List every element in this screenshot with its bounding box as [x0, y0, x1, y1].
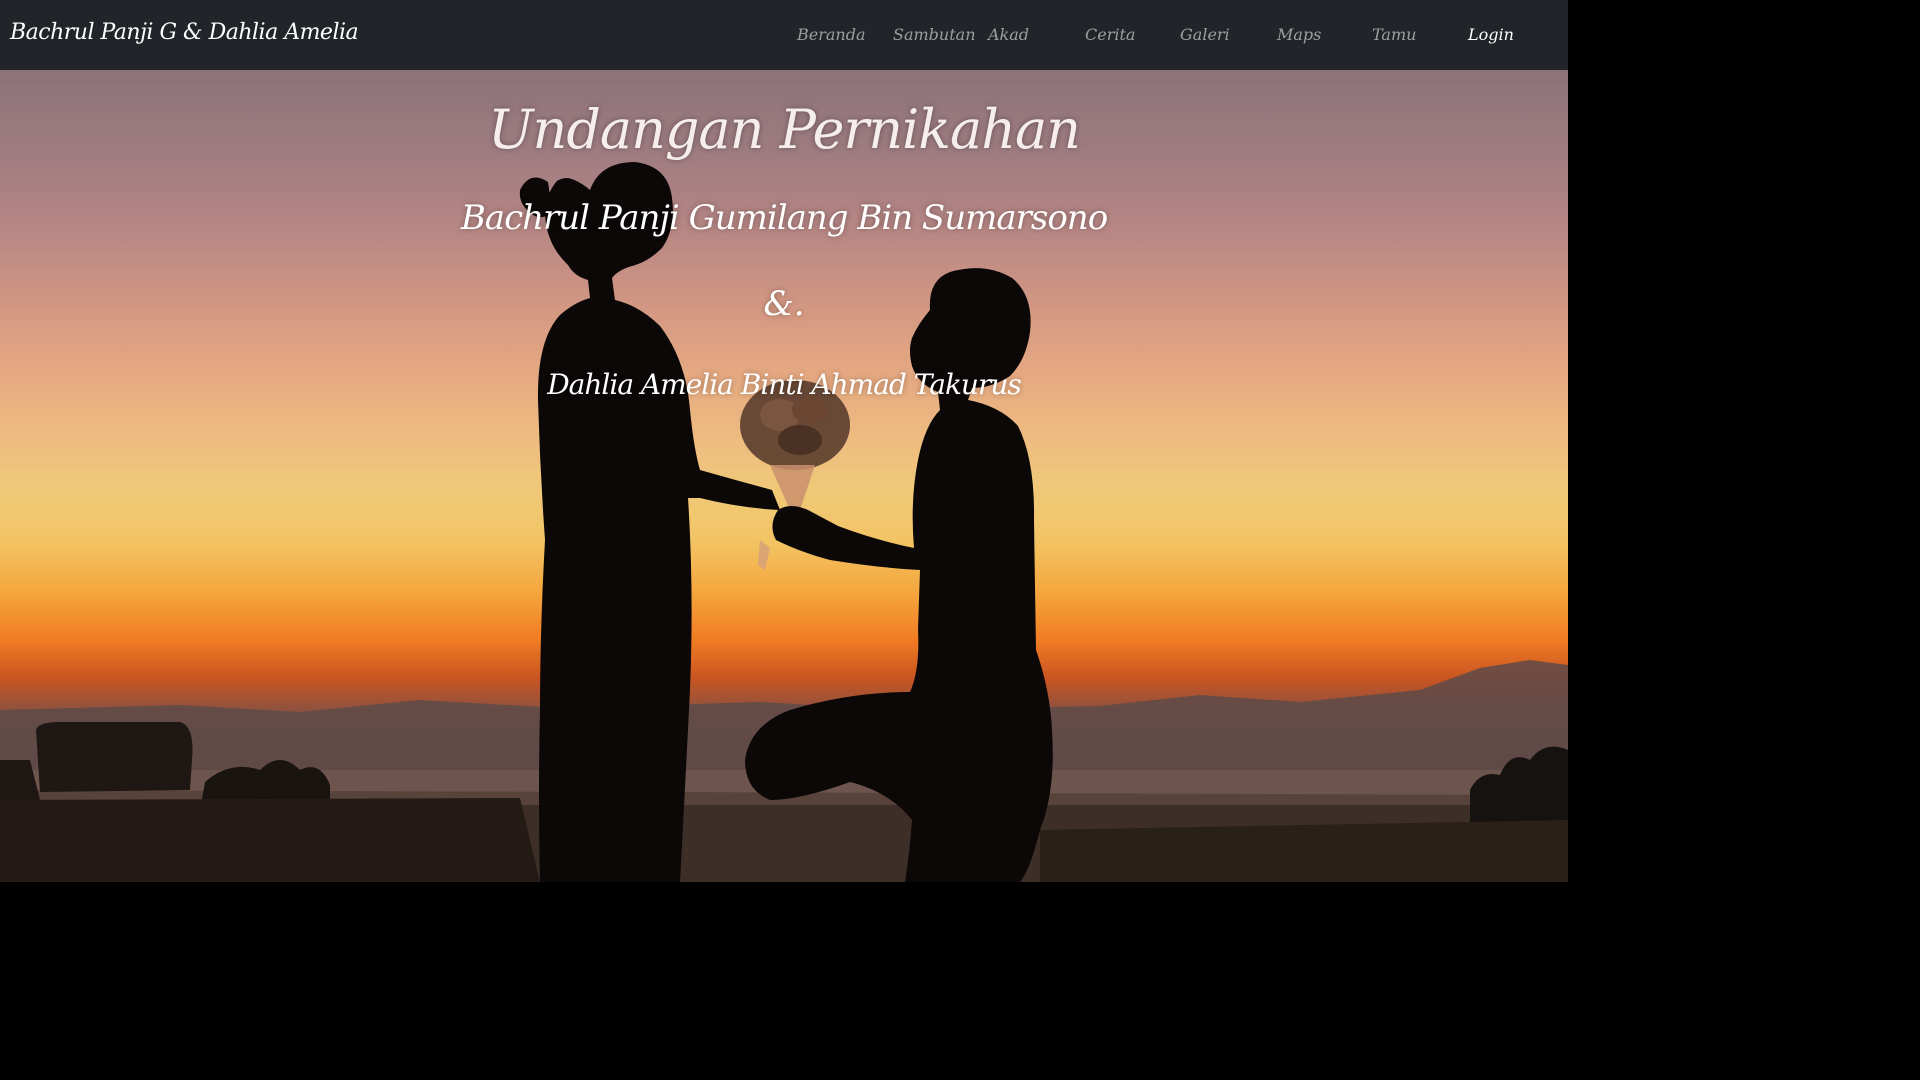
- rock-left: [36, 722, 193, 792]
- navbar: Bachrul Panji G & Dahlia Amelia Beranda …: [0, 0, 1568, 70]
- hero-background-image: [0, 162, 1568, 882]
- nav-item-cerita[interactable]: Cerita: [1085, 25, 1135, 44]
- bride-name: Dahlia Amelia Binti Ahmad Takurus: [547, 368, 1022, 401]
- hero-title: Undangan Pernikahan: [488, 98, 1081, 161]
- nav-item-maps[interactable]: Maps: [1277, 25, 1321, 44]
- nav-item-tamu[interactable]: Tamu: [1372, 25, 1416, 44]
- nav-item-login[interactable]: Login: [1468, 25, 1514, 44]
- nav-item-sambutan[interactable]: Sambutan: [893, 25, 976, 44]
- nav-item-galeri[interactable]: Galeri: [1180, 25, 1230, 44]
- navbar-brand[interactable]: Bachrul Panji G & Dahlia Amelia: [10, 20, 359, 45]
- ground-right: [1040, 820, 1568, 882]
- man-silhouette: [745, 268, 1053, 882]
- nav-item-beranda[interactable]: Beranda: [797, 25, 866, 44]
- foreground-ground: [0, 798, 540, 882]
- page: Bachrul Panji G & Dahlia Amelia Beranda …: [0, 0, 1568, 882]
- groom-name: Bachrul Panji Gumilang Bin Sumarsono: [460, 198, 1108, 238]
- hero-section: Undangan Pernikahan Bachrul Panji Gumila…: [0, 70, 1568, 882]
- ampersand: &.: [763, 284, 805, 324]
- nav-item-akad[interactable]: Akad: [988, 25, 1029, 44]
